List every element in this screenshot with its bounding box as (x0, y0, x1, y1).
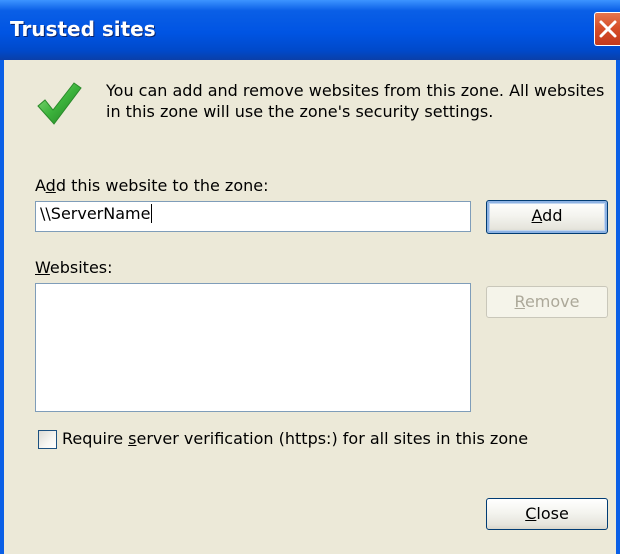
add-site-label-accel: d (45, 176, 56, 195)
websites-label: Websites: (35, 258, 113, 277)
close-button[interactable]: Close (486, 498, 608, 530)
title-bar[interactable]: Trusted sites (0, 0, 620, 60)
require-https-label-post: erver verification (https:) for all site… (136, 429, 529, 448)
window-frame-right (616, 60, 620, 554)
add-button-rest: dd (542, 206, 563, 225)
require-https-checkbox[interactable] (38, 430, 57, 449)
websites-label-rest: ebsites: (49, 258, 113, 277)
title-close-button[interactable] (594, 12, 620, 46)
remove-button-rest: emove (524, 292, 580, 311)
trusted-sites-dialog: Trusted sites You can add and remove web… (0, 0, 620, 554)
text-caret (151, 204, 153, 223)
add-button[interactable]: Add (486, 200, 608, 234)
add-site-label: Add this website to the zone: (35, 176, 268, 195)
website-url-input[interactable]: \\ServerName (35, 201, 471, 232)
remove-button[interactable]: Remove (486, 286, 608, 318)
websites-list[interactable] (35, 283, 471, 412)
close-button-accel: C (525, 504, 537, 523)
add-site-label-pre: A (35, 176, 46, 195)
check-icon (37, 82, 82, 125)
close-button-rest: lose (536, 504, 569, 523)
website-url-value: \\ServerName (40, 204, 151, 223)
window-frame-left (0, 60, 4, 554)
window-title: Trusted sites (10, 17, 156, 41)
zone-description: You can add and remove websites from thi… (106, 81, 605, 121)
require-https-label[interactable]: Require server verification (https:) for… (62, 429, 528, 448)
websites-label-accel: W (35, 258, 50, 277)
add-button-accel: A (531, 206, 543, 225)
close-icon (599, 20, 617, 38)
require-https-label-pre: Require (62, 429, 129, 448)
add-site-label-post: d this website to the zone: (55, 176, 269, 195)
remove-button-accel: R (514, 292, 525, 311)
